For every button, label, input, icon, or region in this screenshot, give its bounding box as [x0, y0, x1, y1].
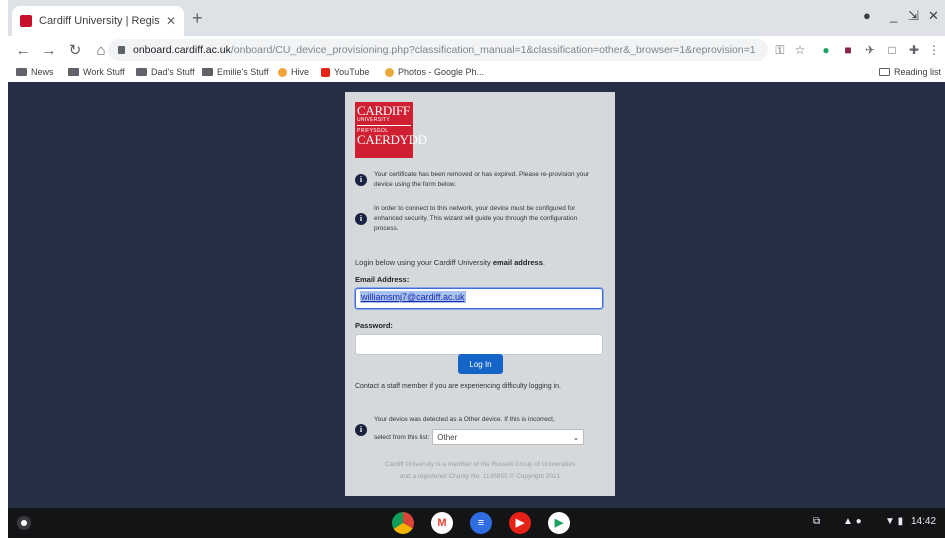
contact-text: Contact a staff member if you are experi… — [355, 383, 561, 390]
email-value: williamsmj7@cardiff.ac.uk — [360, 291, 466, 303]
address-bar[interactable]: onboard.cardiff.ac.uk /onboard/CU_device… — [108, 39, 768, 61]
bookmark-hive[interactable]: Hive — [278, 67, 309, 77]
minimize-icon[interactable]: _ — [890, 8, 897, 23]
hive-icon — [278, 67, 287, 77]
email-field[interactable]: williamsmj7@cardiff.ac.uk — [355, 288, 603, 309]
email-label: Email Address: — [355, 275, 410, 284]
folder-icon — [136, 68, 147, 76]
bookmark-dads-stuff[interactable]: Dad's Stuff — [136, 67, 195, 77]
reading-list[interactable]: Reading list — [879, 67, 941, 77]
star-icon[interactable]: ☆ — [792, 42, 808, 58]
bookmark-news[interactable]: News — [16, 67, 54, 77]
wifi-battery-icon[interactable]: ▼ ▮ — [885, 516, 903, 527]
profile-icon[interactable]: ● — [863, 8, 871, 23]
login-instructions: Login below using your Cardiff Universit… — [355, 258, 545, 267]
launcher-icon[interactable] — [17, 516, 31, 530]
security-notice: i In order to connect to this network, y… — [355, 204, 599, 234]
forward-icon[interactable]: → — [38, 42, 60, 59]
docs-app-icon[interactable]: ≡ — [470, 512, 492, 534]
password-label: Password: — [355, 321, 393, 330]
lock-icon — [118, 46, 125, 54]
chrome-app-icon[interactable] — [392, 512, 414, 534]
photos-icon — [385, 67, 394, 77]
play-store-app-icon[interactable]: ▶ — [548, 512, 570, 534]
device-type-select[interactable]: Other ⌄ — [432, 429, 585, 445]
shelf: M ≡ ▶ ▶ ⧉ ▲ ● ▼ ▮ 14:42 — [8, 508, 945, 538]
info-icon: i — [355, 213, 367, 225]
cardiff-favicon-icon — [20, 15, 32, 27]
warning-status-icon[interactable]: ▲ ● — [843, 516, 862, 527]
menu-icon[interactable]: ⋮ — [926, 42, 942, 58]
folder-icon — [202, 68, 213, 76]
login-card: CARDIFF UNIVERSITY PRIFYSGOL CAERDYDD i … — [345, 92, 615, 496]
cardiff-university-logo: CARDIFF UNIVERSITY PRIFYSGOL CAERDYDD — [355, 102, 427, 158]
restore-icon[interactable]: ⇲ — [908, 8, 919, 24]
reading-list-icon — [879, 68, 890, 76]
youtube-app-icon[interactable]: ▶ — [509, 512, 531, 534]
page-background: CARDIFF UNIVERSITY PRIFYSGOL CAERDYDD i … — [8, 82, 945, 508]
folder-icon — [68, 68, 79, 76]
login-button[interactable]: Log In — [458, 354, 503, 374]
bookmark-emilies-stuff[interactable]: Emilie's Stuff — [202, 67, 269, 77]
info-icon: i — [355, 174, 367, 186]
window-close-icon[interactable]: ✕ — [928, 8, 939, 24]
bookmark-youtube[interactable]: YouTube — [321, 67, 369, 77]
tab-title: Cardiff University | Register You — [39, 15, 160, 27]
info-icon: i — [355, 424, 367, 436]
extension-bird-icon[interactable]: ✈ — [862, 42, 878, 58]
url-host: onboard.cardiff.ac.uk — [133, 44, 231, 56]
certificate-notice: i Your certificate has been removed or h… — [355, 170, 599, 190]
chevron-down-icon: ⌄ — [572, 432, 580, 442]
footer-text: Cardiff University is a member of the Ru… — [384, 461, 576, 480]
url-path: /onboard/CU_device_provisioning.php?clas… — [230, 44, 756, 56]
bookmark-work-stuff[interactable]: Work Stuff — [68, 67, 125, 77]
folder-icon — [16, 68, 27, 76]
clipboard-icon[interactable]: ⧉ — [813, 516, 820, 527]
youtube-icon — [321, 67, 330, 77]
extension-green-icon[interactable]: ● — [818, 42, 834, 58]
bookmark-photos[interactable]: Photos - Google Ph... — [385, 67, 484, 77]
extension-grid-icon[interactable]: ■ — [840, 42, 856, 58]
tab-strip: Cardiff University | Register You ✕ + ● … — [8, 0, 945, 36]
device-detection: i Your device was detected as a Other de… — [355, 415, 585, 445]
key-icon[interactable]: ⚿ — [772, 42, 788, 58]
close-icon[interactable]: ✕ — [166, 14, 176, 28]
puzzle-icon[interactable]: ✚ — [906, 42, 922, 58]
reload-icon[interactable]: ↻ — [64, 41, 86, 59]
bookmarks-bar: News Work Stuff Dad's Stuff Emilie's Stu… — [8, 64, 945, 82]
browser-toolbar: ← → ↻ ⌂ onboard.cardiff.ac.uk /onboard/C… — [8, 36, 945, 64]
clock[interactable]: 14:42 — [911, 516, 936, 527]
gmail-app-icon[interactable]: M — [431, 512, 453, 534]
back-icon[interactable]: ← — [12, 42, 34, 59]
browser-tab[interactable]: Cardiff University | Register You ✕ — [12, 6, 184, 36]
plus-icon[interactable]: + — [192, 8, 203, 29]
extension-box-icon[interactable]: □ — [884, 42, 900, 58]
password-field[interactable] — [355, 334, 603, 355]
